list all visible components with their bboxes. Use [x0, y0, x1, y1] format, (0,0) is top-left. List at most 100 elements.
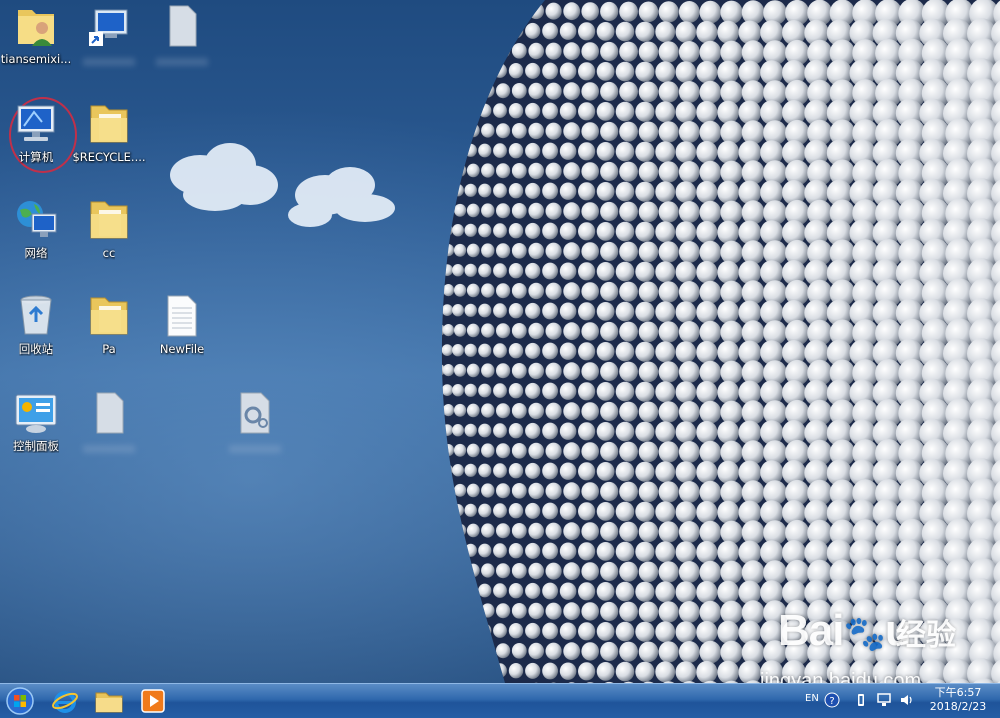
- network-tray-icon[interactable]: [876, 692, 892, 708]
- desktop-icon-user-folder[interactable]: tiansemixi...: [0, 0, 72, 84]
- desktop-icon-recycle-bin[interactable]: 回收站: [0, 290, 72, 374]
- taskbar-clock[interactable]: 下午6:57 2018/2/23: [920, 686, 996, 714]
- usb-icon[interactable]: [853, 692, 869, 708]
- desktop-icon-network-shortcut[interactable]: [73, 0, 145, 84]
- wallpaper-disc: [600, 322, 618, 341]
- wallpaper-disc: [525, 543, 540, 559]
- wallpaper-disc: [435, 524, 446, 535]
- wallpaper-disc: [581, 482, 599, 500]
- wallpaper-disc: [493, 223, 507, 238]
- wallpaper-disc: [478, 464, 491, 478]
- desktop-icon-computer[interactable]: 计算机: [0, 98, 72, 182]
- wallpaper-disc: [435, 644, 446, 655]
- wallpaper-disc: [676, 541, 697, 563]
- wallpaper-disc: [659, 41, 679, 62]
- wallpaper-disc: [560, 583, 577, 600]
- wallpaper-disc: [442, 584, 453, 596]
- wallpaper-disc: [452, 304, 464, 316]
- wallpaper-disc: [442, 384, 453, 396]
- help-icon[interactable]: ?: [824, 692, 840, 708]
- taskbar-ie-button[interactable]: [46, 686, 84, 716]
- wallpaper-disc: [528, 403, 544, 419]
- wallpaper-disc: [600, 482, 618, 501]
- wallpaper-disc: [717, 141, 739, 164]
- wallpaper-disc: [600, 442, 618, 461]
- wallpaper-disc: [676, 461, 697, 483]
- wallpaper-disc: [581, 442, 599, 460]
- wallpaper-disc: [465, 624, 477, 637]
- wallpaper-disc: [597, 62, 615, 81]
- tray-language[interactable]: EN: [805, 693, 819, 704]
- wallpaper-disc: [679, 321, 700, 343]
- wallpaper-disc: [720, 281, 742, 304]
- settings-file-icon: [231, 389, 279, 437]
- wallpaper-disc: [720, 121, 742, 144]
- desktop-icon-cc-folder[interactable]: cc: [73, 194, 145, 278]
- desktop-icon-newfile[interactable]: NewFile: [146, 290, 218, 374]
- start-button[interactable]: [2, 686, 38, 716]
- desktop-icon-label: tiansemixi...: [1, 52, 71, 66]
- wallpaper-disc: [512, 323, 527, 339]
- wallpaper-disc: [597, 222, 615, 241]
- wallpaper-disc: [635, 22, 654, 42]
- wallpaper-disc: [655, 461, 675, 482]
- folder-icon: [85, 292, 133, 340]
- wallpaper-disc: [509, 423, 523, 438]
- volume-icon[interactable]: [899, 692, 915, 708]
- wallpaper-disc: [655, 261, 675, 282]
- wallpaper-disc: [700, 1, 722, 24]
- wallpaper-disc: [679, 481, 700, 503]
- desktop-icon-control-panel[interactable]: 控制面板: [0, 387, 72, 471]
- wallpaper-disc: [616, 502, 635, 522]
- wallpaper-disc: [659, 561, 679, 582]
- desktop-icon-recycle-folder[interactable]: $RECYCLE....: [73, 98, 145, 182]
- desktop-icon-label: NewFile: [160, 342, 204, 356]
- wallpaper-disc: [616, 622, 635, 642]
- wallpaper-disc: [639, 282, 659, 303]
- wallpaper-disc: [560, 463, 577, 480]
- wallpaper-disc: [442, 304, 453, 316]
- wallpaper-disc: [581, 122, 599, 140]
- wallpaper-disc: [717, 101, 739, 124]
- wallpaper-disc: [635, 662, 654, 682]
- wallpaper-disc: [452, 624, 464, 636]
- wallpaper-disc: [578, 302, 595, 320]
- desktop-icon-config-file[interactable]: [219, 387, 291, 471]
- wallpaper-disc: [581, 402, 599, 420]
- wallpaper-disc: [481, 563, 494, 577]
- wallpaper-disc: [739, 541, 762, 565]
- desktop-icon-network[interactable]: 网络: [0, 194, 72, 278]
- wallpaper-disc: [528, 603, 544, 619]
- desktop[interactable]: tiansemixi... 计算机$RECYCLE....网络cc回收站Pa Ne…: [0, 0, 1000, 683]
- wallpaper-disc: [679, 521, 700, 543]
- wallpaper-disc: [676, 61, 697, 83]
- wallpaper-disc: [493, 103, 507, 118]
- wallpaper-disc: [454, 564, 466, 577]
- wallpaper-disc: [616, 422, 635, 442]
- taskbar-explorer-button[interactable]: [90, 686, 128, 716]
- wallpaper-disc: [525, 223, 540, 239]
- wallpaper-disc: [578, 22, 595, 40]
- wallpaper-disc: [679, 161, 700, 183]
- wallpaper-disc: [512, 403, 527, 419]
- wallpaper-disc: [563, 602, 580, 620]
- taskbar-media-button[interactable]: [134, 686, 172, 716]
- wallpaper-disc: [454, 444, 466, 457]
- desktop-icon-file-blank-2[interactable]: [73, 387, 145, 471]
- wallpaper-disc: [465, 184, 477, 197]
- wallpaper-disc: [542, 503, 558, 520]
- wallpaper-disc: [493, 343, 507, 358]
- wallpaper-disc: [481, 3, 494, 17]
- desktop-icon-pa-folder[interactable]: Pa: [73, 290, 145, 374]
- wallpaper-disc: [616, 102, 635, 122]
- wallpaper-disc: [639, 2, 659, 23]
- wallpaper-disc: [478, 144, 491, 158]
- wallpaper-disc: [542, 543, 558, 560]
- desktop-icon-file-blank-1[interactable]: [146, 0, 218, 84]
- wallpaper-disc: [465, 464, 477, 477]
- wallpaper-disc: [478, 424, 491, 438]
- wallpaper-disc: [655, 61, 675, 82]
- wallpaper-disc: [581, 322, 599, 340]
- wallpaper-disc: [512, 443, 527, 459]
- wallpaper-disc: [528, 123, 544, 139]
